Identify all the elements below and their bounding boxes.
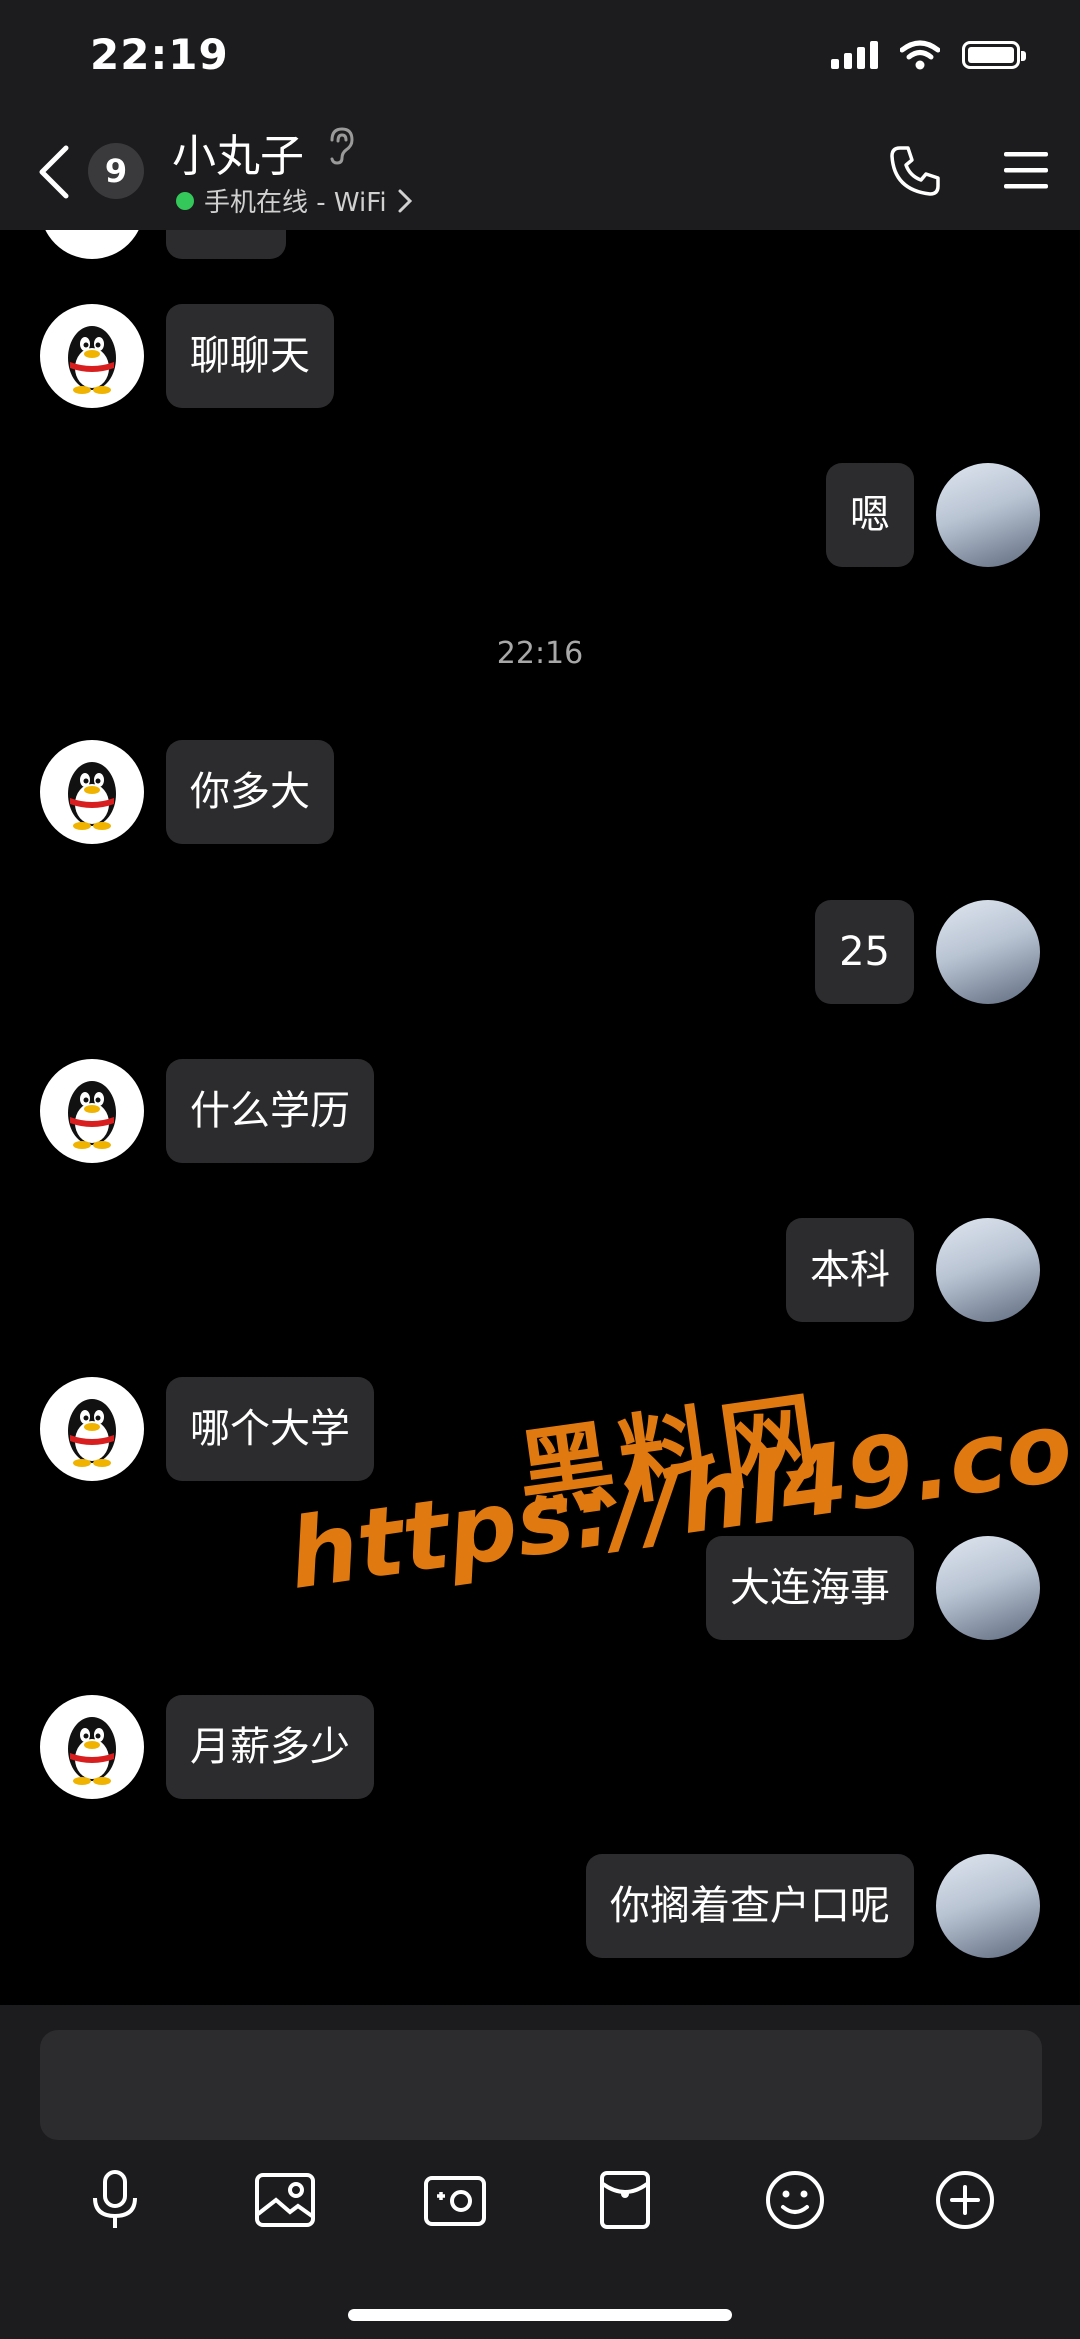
contact-avatar[interactable] <box>40 1695 144 1799</box>
message-bubble[interactable]: 你搁着查户口呢 <box>586 1854 914 1958</box>
microphone-icon[interactable] <box>70 2155 160 2245</box>
plus-icon[interactable] <box>920 2155 1010 2245</box>
self-avatar[interactable] <box>936 463 1040 567</box>
online-status-text: 手机在线 - WiFi <box>204 188 387 218</box>
menu-icon[interactable] <box>1002 148 1050 194</box>
message-composer <box>0 2005 1080 2339</box>
message-bubble[interactable]: 嗯 <box>826 463 914 567</box>
self-avatar[interactable] <box>936 1218 1040 1322</box>
home-indicator[interactable] <box>348 2309 732 2321</box>
message-row-partial <box>0 230 1080 265</box>
wifi-icon <box>900 40 940 70</box>
phone-call-icon[interactable] <box>888 144 942 198</box>
chevron-right-icon <box>398 189 412 212</box>
penguin-avatar-icon <box>68 326 116 394</box>
contact-avatar[interactable] <box>40 230 144 259</box>
cellular-signal-icon <box>831 41 878 69</box>
message-row: 什么学历 <box>0 1059 1080 1169</box>
message-bubble[interactable]: 你多大 <box>166 740 334 844</box>
message-bubble[interactable]: 聊聊天 <box>166 304 334 408</box>
online-status[interactable]: 手机在线 - WiFi <box>176 182 413 219</box>
emoji-icon[interactable] <box>750 2155 840 2245</box>
message-bubble[interactable]: 什么学历 <box>166 1059 374 1163</box>
penguin-avatar-icon <box>68 1399 116 1467</box>
ear-icon[interactable] <box>326 126 356 166</box>
message-row: 25 <box>0 900 1080 1010</box>
penguin-avatar-icon <box>68 1717 116 1785</box>
message-row: 聊聊天 <box>0 304 1080 414</box>
status-icons <box>831 40 1026 70</box>
self-avatar[interactable] <box>936 1536 1040 1640</box>
contact-avatar[interactable] <box>40 1059 144 1163</box>
contact-avatar[interactable] <box>40 304 144 408</box>
message-bubble[interactable]: 月薪多少 <box>166 1695 374 1799</box>
message-timestamp: 22:16 <box>496 636 584 671</box>
red-packet-icon[interactable] <box>580 2155 670 2245</box>
contact-avatar[interactable] <box>40 740 144 844</box>
message-input[interactable] <box>40 2030 1042 2140</box>
self-avatar[interactable] <box>936 1854 1040 1958</box>
chat-header: 9 小丸子 手机在线 - WiFi <box>0 120 1080 230</box>
contact-name[interactable]: 小丸子 <box>172 120 304 184</box>
status-time: 22:19 <box>90 30 229 79</box>
message-row: 嗯 <box>0 463 1080 573</box>
message-row: 本科 <box>0 1218 1080 1328</box>
message-row: 你搁着查户口呢 <box>0 1854 1080 1964</box>
message-bubble[interactable]: 大连海事 <box>706 1536 914 1640</box>
message-bubble[interactable]: 25 <box>815 900 914 1004</box>
message-row: 你多大 <box>0 740 1080 850</box>
self-avatar[interactable] <box>936 900 1040 1004</box>
composer-toolbar <box>0 2155 1080 2255</box>
camera-icon[interactable] <box>410 2155 500 2245</box>
message-row: 月薪多少 <box>0 1695 1080 1805</box>
back-chevron-icon[interactable] <box>30 142 80 202</box>
online-dot-icon <box>176 191 194 210</box>
image-icon[interactable] <box>240 2155 330 2245</box>
contact-avatar[interactable] <box>40 1377 144 1481</box>
status-bar: 22:19 <box>0 0 1080 120</box>
penguin-avatar-icon <box>68 1081 116 1149</box>
message-list[interactable]: 聊聊天 嗯 22:16 你多大 25 什么学历 本科 哪个大学 大连海事 月薪多… <box>0 230 1080 2005</box>
penguin-avatar-icon <box>68 762 116 830</box>
battery-icon <box>962 41 1026 69</box>
message-bubble[interactable]: 本科 <box>786 1218 914 1322</box>
unread-count-badge[interactable]: 9 <box>88 143 144 199</box>
message-bubble-partial[interactable] <box>166 230 286 259</box>
message-bubble[interactable]: 哪个大学 <box>166 1377 374 1481</box>
